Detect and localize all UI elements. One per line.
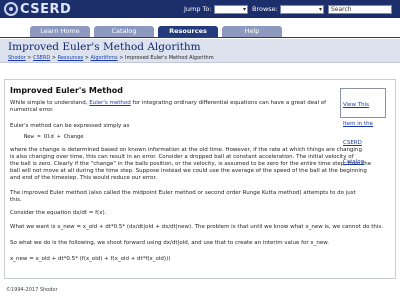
breadcrumb-current: Improved Euler's Method Algorithm [125,55,214,61]
browse-select[interactable]: ▾ [280,5,324,14]
paragraph-shoot-forward: So what we do is the following, we shoot… [10,240,329,246]
code-formula: New = Old + Change [24,134,84,140]
paragraph-change-2: is also changing over time, this can res… [10,154,354,160]
chevron-down-icon: ▾ [242,6,246,13]
paragraph-intro: While simple to understand, Euler's meth… [10,100,328,107]
logo-text: CSERD [20,1,72,17]
tab-help[interactable]: Help [222,26,282,37]
main-nav: Learn Home Catalog Resources Help [0,26,400,38]
paragraph-change-5: and end of the timestep. This would redu… [10,175,158,181]
paragraph-expressed: Euler's method can be expressed simply a… [10,123,130,129]
formula-xnew: x_new = x_old + dt*0.5* (f(x_old) + f(x_… [10,256,171,262]
breadcrumb: Shodor > CSERD > Resources > Algorithms … [8,55,214,61]
breadcrumb-link-resources[interactable]: Resources [58,55,84,61]
paragraph-change-1: where the change is determined based on … [10,147,362,153]
paragraph-improved-2: this. [10,197,22,203]
tab-learn-home[interactable]: Learn Home [30,26,90,37]
top-bar: CSERD Jump To: ▾ Browse: ▾ Search [0,0,400,18]
search-input[interactable]: Search [328,5,392,14]
paragraph-intro-line2: numerical error. [10,107,54,113]
cserd-logo[interactable]: CSERD [4,1,71,17]
catalog-sidebar: View This Item in the CSERD Catalog [340,88,386,165]
page-title: Improved Euler's Method Algorithm [8,41,201,53]
breadcrumb-sep: > [50,55,58,61]
intro-text-start: While simple to understand, [10,100,90,106]
tab-catalog[interactable]: Catalog [94,26,154,37]
jump-to-label: Jump To: [184,5,212,13]
breadcrumb-link-cserd[interactable]: CSERD [33,55,50,61]
paragraph-improved-1: The improved Euler method (also called t… [10,190,356,196]
paragraph-equation: Consider the equation dx/dt = f(x). [10,210,107,216]
browse-label: Browse: [252,5,278,13]
chevron-down-icon: ▾ [318,6,322,13]
tab-resources[interactable]: Resources [158,26,218,37]
breadcrumb-link-algorithms[interactable]: Algorithms [91,55,118,61]
jump-to-select[interactable]: ▾ [214,5,248,14]
paragraph-change-4: ball will not move at all during the tim… [10,168,367,174]
paragraph-change-3: the ball is zero. Clearly if the "change… [10,161,372,167]
paragraph-want: What we want is x_new = x_old + dt*0.5* … [10,224,384,230]
breadcrumb-sep: > [83,55,91,61]
footer-copyright: ©1994-2017 Shodor [6,287,58,293]
euler-method-link[interactable]: Euler's method [89,100,131,106]
intro-text-end: for integrating ordinary differential eq… [130,100,327,106]
article-heading: Improved Euler's Method [10,86,124,95]
logo-mark-icon [4,2,18,16]
breadcrumb-link-shodor[interactable]: Shodor [8,55,26,61]
breadcrumb-sep: > [117,55,125,61]
breadcrumb-sep: > [25,55,34,61]
